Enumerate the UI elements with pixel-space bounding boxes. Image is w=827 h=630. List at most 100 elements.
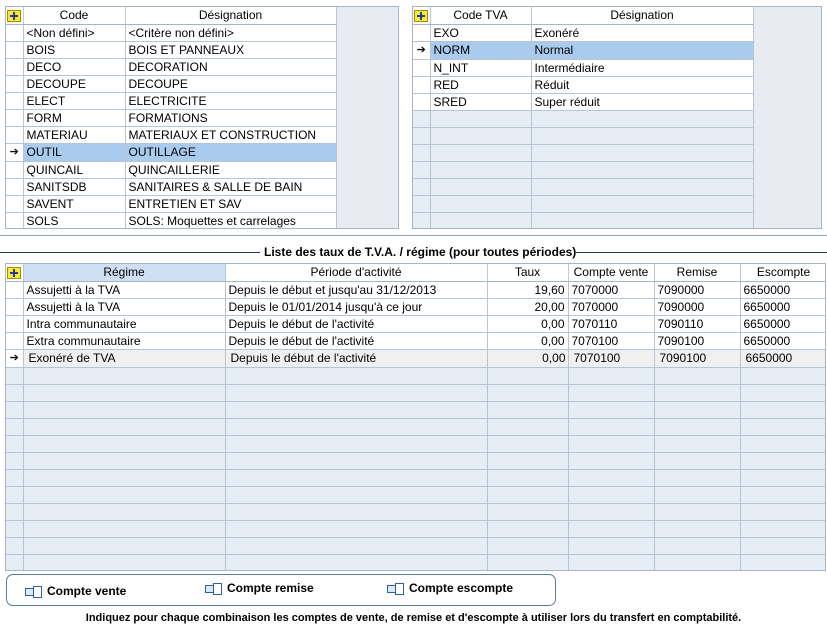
cell-remise[interactable]: 7090100 xyxy=(654,332,741,350)
add-row-button[interactable] xyxy=(413,7,431,25)
cell-designation[interactable]: SOLS: Moquettes et carrelages xyxy=(125,212,337,228)
compte-remise-button[interactable]: Compte remise xyxy=(205,581,314,595)
cell-remise[interactable]: 7090000 xyxy=(654,281,741,299)
cell-code-tva[interactable]: EXO xyxy=(430,24,532,42)
cell-periode[interactable]: Depuis le début de l'activité xyxy=(225,332,488,350)
column-header-code-tva[interactable]: Code TVA xyxy=(430,7,532,25)
cell-escompte[interactable]: 6650000 xyxy=(740,349,825,368)
cell-remise[interactable]: 7090100 xyxy=(654,349,741,368)
cell-regime[interactable]: Intra communautaire xyxy=(23,315,226,333)
table-row-selected[interactable]: ➔ OUTIL OUTILLAGE xyxy=(6,143,337,162)
table-row[interactable]: SANITSDB SANITAIRES & SALLE DE BAIN xyxy=(6,178,337,196)
cell-designation[interactable]: MATERIAUX ET CONSTRUCTION xyxy=(125,126,337,144)
cell-compte-vente[interactable]: 7070110 xyxy=(568,315,655,333)
cell-regime[interactable]: Exonéré de TVA xyxy=(23,349,226,368)
table-row[interactable]: SAVENT ENTRETIEN ET SAV xyxy=(6,195,337,213)
column-header-escompte[interactable]: Escompte xyxy=(740,264,825,282)
empty-row[interactable] xyxy=(413,178,754,196)
empty-row[interactable] xyxy=(413,127,754,145)
compte-escompte-button[interactable]: Compte escompte xyxy=(387,581,513,595)
cell-designation[interactable]: Réduit xyxy=(531,76,754,94)
table-row[interactable]: <Non défini> <Critère non défini> xyxy=(6,24,337,42)
cell-compte-vente[interactable]: 7070000 xyxy=(568,298,655,316)
cell-designation[interactable]: QUINCAILLERIE xyxy=(125,161,337,179)
table-row[interactable]: Extra communautaire Depuis le début de l'… xyxy=(6,332,825,350)
cell-compte-vente[interactable]: 7070000 xyxy=(568,281,655,299)
cell-designation[interactable]: ENTRETIEN ET SAV xyxy=(125,195,337,213)
empty-row[interactable] xyxy=(413,212,754,228)
column-header-compte-vente[interactable]: Compte vente xyxy=(568,264,655,282)
cell-code[interactable]: SOLS xyxy=(23,212,126,228)
table-row[interactable]: DECOUPE DECOUPE xyxy=(6,75,337,93)
empty-row[interactable] xyxy=(6,401,825,419)
cell-periode[interactable]: Depuis le début de l'activité xyxy=(225,315,488,333)
cell-designation[interactable]: OUTILLAGE xyxy=(125,143,337,162)
cell-code[interactable]: OUTIL xyxy=(23,143,126,162)
cell-code[interactable]: ELECT xyxy=(23,92,126,110)
empty-row[interactable] xyxy=(6,537,825,555)
cell-remise[interactable]: 7090000 xyxy=(654,298,741,316)
cell-escompte[interactable]: 6650000 xyxy=(740,281,825,299)
cell-designation[interactable]: BOIS ET PANNEAUX xyxy=(125,41,337,59)
cell-code-tva[interactable]: SRED xyxy=(430,93,532,111)
cell-regime[interactable]: Assujetti à la TVA xyxy=(23,281,226,299)
cell-code[interactable]: SANITSDB xyxy=(23,178,126,196)
empty-row[interactable] xyxy=(413,195,754,213)
table-row[interactable]: MATERIAU MATERIAUX ET CONSTRUCTION xyxy=(6,126,337,144)
cell-escompte[interactable]: 6650000 xyxy=(740,298,825,316)
column-header-taux[interactable]: Taux xyxy=(487,264,569,282)
table-row[interactable]: BOIS BOIS ET PANNEAUX xyxy=(6,41,337,59)
cell-compte-vente[interactable]: 7070100 xyxy=(568,349,655,368)
empty-row[interactable] xyxy=(6,503,825,521)
empty-row[interactable] xyxy=(413,161,754,179)
cell-designation[interactable]: DECORATION xyxy=(125,58,337,76)
table-row-selected[interactable]: ➔ NORM Normal xyxy=(413,41,754,60)
cell-designation[interactable]: <Critère non défini> xyxy=(125,24,337,42)
cell-periode[interactable]: Depuis le début et jusqu'au 31/12/2013 xyxy=(225,281,488,299)
cell-code[interactable]: <Non défini> xyxy=(23,24,126,42)
empty-row[interactable] xyxy=(6,520,825,538)
table-row[interactable]: EXO Exonéré xyxy=(413,24,754,42)
empty-row[interactable] xyxy=(6,469,825,487)
add-row-button[interactable] xyxy=(6,7,24,25)
cell-taux[interactable]: 19,60 xyxy=(487,281,569,299)
empty-row[interactable] xyxy=(413,110,754,128)
empty-row[interactable] xyxy=(6,452,825,470)
column-header-code[interactable]: Code xyxy=(23,7,126,25)
family-grid[interactable]: Code Désignation <Non défini> <Critère no… xyxy=(5,6,399,229)
cell-code[interactable]: MATERIAU xyxy=(23,126,126,144)
cell-code[interactable]: DECOUPE xyxy=(23,75,126,93)
column-header-designation[interactable]: Désignation xyxy=(531,7,754,25)
cell-code-tva[interactable]: RED xyxy=(430,76,532,94)
column-header-regime[interactable]: Régime xyxy=(23,264,226,282)
cell-code-tva[interactable]: N_INT xyxy=(430,59,532,77)
empty-row[interactable] xyxy=(6,554,825,570)
column-header-designation[interactable]: Désignation xyxy=(125,7,337,25)
cell-designation[interactable]: FORMATIONS xyxy=(125,109,337,127)
table-row[interactable]: QUINCAIL QUINCAILLERIE xyxy=(6,161,337,179)
cell-periode[interactable]: Depuis le 01/01/2014 jusqu'à ce jour xyxy=(225,298,488,316)
cell-code-tva[interactable]: NORM xyxy=(430,41,532,60)
cell-taux[interactable]: 20,00 xyxy=(487,298,569,316)
empty-row[interactable] xyxy=(6,418,825,436)
cell-designation[interactable]: DECOUPE xyxy=(125,75,337,93)
cell-code[interactable]: QUINCAIL xyxy=(23,161,126,179)
add-row-button[interactable] xyxy=(6,264,24,282)
table-row[interactable]: Assujetti à la TVA Depuis le 01/01/2014 j… xyxy=(6,298,825,316)
cell-designation[interactable]: Normal xyxy=(531,41,754,60)
cell-code[interactable]: DECO xyxy=(23,58,126,76)
cell-remise[interactable]: 7090110 xyxy=(654,315,741,333)
empty-row[interactable] xyxy=(6,367,825,385)
cell-taux[interactable]: 0,00 xyxy=(487,332,569,350)
table-row[interactable]: DECO DECORATION xyxy=(6,58,337,76)
empty-row[interactable] xyxy=(6,486,825,504)
table-row[interactable]: FORM FORMATIONS xyxy=(6,109,337,127)
tva-code-grid[interactable]: Code TVA Désignation EXO Exonéré ➔ NORM Nor… xyxy=(412,6,822,229)
cell-escompte[interactable]: 6650000 xyxy=(740,315,825,333)
table-row[interactable]: SRED Super réduit xyxy=(413,93,754,111)
cell-designation[interactable]: Exonéré xyxy=(531,24,754,42)
cell-code[interactable]: FORM xyxy=(23,109,126,127)
tva-rates-grid[interactable]: Régime Période d'activité Taux Compte ve… xyxy=(5,263,826,571)
cell-code[interactable]: SAVENT xyxy=(23,195,126,213)
empty-row[interactable] xyxy=(6,384,825,402)
